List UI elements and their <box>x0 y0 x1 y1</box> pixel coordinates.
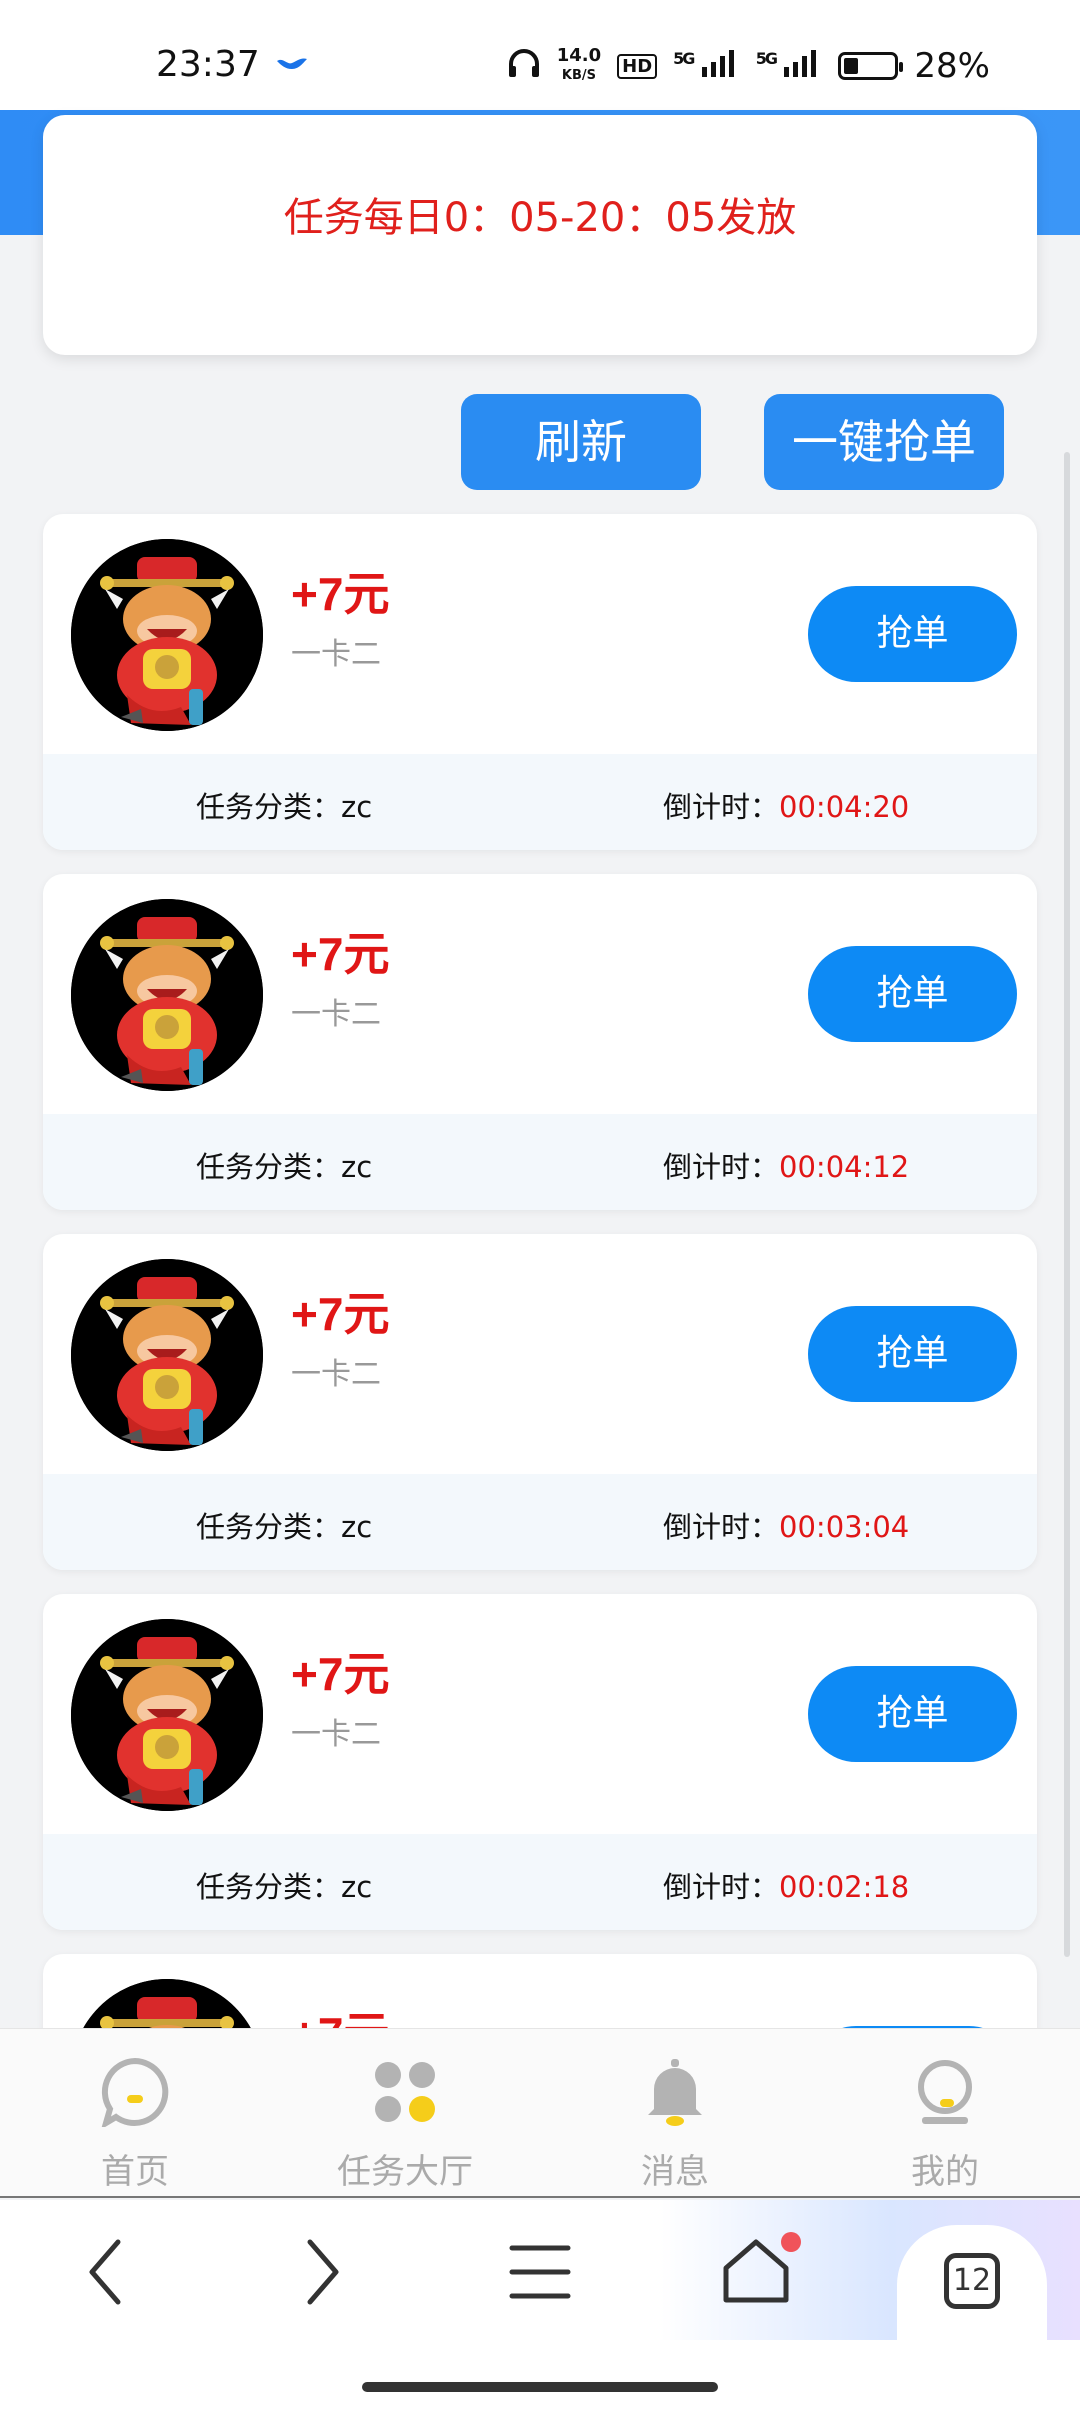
battery-icon <box>838 52 904 80</box>
notice-card: 任务每日0：05-20：05发放 <box>43 115 1037 355</box>
home-icon[interactable] <box>706 2222 806 2322</box>
task-countdown: 倒计时：00:04:12 <box>663 1150 910 1184</box>
chat-bubble-icon <box>101 2057 169 2127</box>
signal-sim1-icon: 5G <box>673 49 740 83</box>
browser-nav-bar: 12 <box>0 2200 1080 2355</box>
grid-dots-icon <box>375 2062 435 2122</box>
tab-messages[interactable]: 消息 <box>540 2029 810 2199</box>
tab-count: 12 <box>944 2253 1000 2309</box>
tab-task-hall[interactable]: 任务大厅 <box>270 2029 540 2199</box>
task-category: 任务分类：zc <box>196 1150 373 1184</box>
fortune-ox-icon <box>71 899 263 1091</box>
task-footer: 任务分类：zc 倒计时：00:02:18 <box>43 1834 1037 1930</box>
task-card-2: +7元 一卡二 抢单 任务分类：zc 倒计时：00:04:12 <box>43 874 1037 1210</box>
task-subtitle: 一卡二 <box>291 997 381 1032</box>
task-countdown: 倒计时：00:02:18 <box>663 1870 910 1904</box>
tab-mine-label: 我的 <box>911 2152 979 2192</box>
tabs-button[interactable]: 12 <box>897 2225 1047 2355</box>
grab-order-button[interactable]: 抢单 <box>808 946 1017 1042</box>
task-reward: +7元 <box>291 928 390 980</box>
app-notification-icon <box>275 52 309 82</box>
grab-all-button[interactable]: 一键抢单 <box>764 394 1004 490</box>
task-subtitle: 一卡二 <box>291 637 381 672</box>
tab-home-label: 首页 <box>101 2152 169 2192</box>
gesture-bar[interactable] <box>362 2382 718 2392</box>
task-subtitle: 一卡二 <box>291 1357 381 1392</box>
tab-task-hall-label: 任务大厅 <box>337 2152 473 2192</box>
battery-percent: 28% <box>914 46 990 86</box>
refresh-button[interactable]: 刷新 <box>461 394 701 490</box>
task-category: 任务分类：zc <box>196 1510 373 1544</box>
task-footer: 任务分类：zc 倒计时：00:04:12 <box>43 1114 1037 1210</box>
task-card-3: +7元 一卡二 抢单 任务分类：zc 倒计时：00:03:04 <box>43 1234 1037 1570</box>
headphones-icon <box>507 48 541 85</box>
task-subtitle: 一卡二 <box>291 1717 381 1752</box>
forward-icon[interactable] <box>272 2222 372 2322</box>
fortune-ox-icon <box>71 1979 263 2028</box>
status-time: 23:37 <box>156 44 260 85</box>
task-avatar <box>71 899 263 1091</box>
task-card-4: +7元 一卡二 抢单 任务分类：zc 倒计时：00:02:18 <box>43 1594 1037 1930</box>
task-countdown: 倒计时：00:03:04 <box>663 1510 910 1544</box>
back-icon[interactable] <box>56 2222 156 2322</box>
task-reward: +7元 <box>291 1998 389 2028</box>
task-countdown: 倒计时：00:04:20 <box>663 790 910 824</box>
task-footer: 任务分类：zc 倒计时：00:04:20 <box>43 754 1037 850</box>
tab-messages-label: 消息 <box>641 2152 709 2192</box>
task-reward: +7元 <box>291 1288 390 1340</box>
bell-icon <box>648 2059 702 2126</box>
signal-sim2-icon: 5G <box>756 49 823 83</box>
task-category: 任务分类：zc <box>196 1870 373 1904</box>
bottom-tab-bar: 首页 任务大厅 消息 我的 <box>0 2028 1080 2198</box>
task-card-5: +7元 <box>43 1954 1037 2028</box>
fortune-ox-icon <box>71 1259 263 1451</box>
task-avatar <box>71 1259 263 1451</box>
task-card-1: +7元 一卡二 抢单 任务分类：zc 倒计时：00:04:20 <box>43 514 1037 850</box>
tab-home[interactable]: 首页 <box>0 2029 270 2199</box>
task-reward: +7元 <box>291 1648 390 1700</box>
fortune-ox-icon <box>71 1619 263 1811</box>
task-reward: +7元 <box>291 568 390 620</box>
grab-order-button[interactable]: 抢单 <box>808 1666 1017 1762</box>
net-speed: 14.0 KB/S <box>556 45 602 84</box>
task-category: 任务分类：zc <box>196 790 373 824</box>
menu-icon[interactable] <box>490 2222 590 2322</box>
task-avatar <box>71 1619 263 1811</box>
grab-order-button[interactable]: 抢单 <box>808 586 1017 682</box>
task-avatar <box>71 539 263 731</box>
task-avatar <box>71 1979 263 2028</box>
user-icon <box>918 2060 972 2124</box>
hd-badge: HD <box>617 53 658 79</box>
task-list: +7元 一卡二 抢单 任务分类：zc 倒计时：00:04:20 +7元 一卡二 … <box>0 510 1080 2028</box>
notice-text: 任务每日0：05-20：05发放 <box>283 195 797 241</box>
fortune-ox-icon <box>71 539 263 731</box>
status-icons: 14.0 KB/S HD 5G 5G 28% <box>507 46 990 86</box>
task-footer: 任务分类：zc 倒计时：00:03:04 <box>43 1474 1037 1570</box>
grab-order-button[interactable]: 抢单 <box>808 1306 1017 1402</box>
tab-mine[interactable]: 我的 <box>810 2029 1080 2199</box>
status-bar: 23:37 14.0 KB/S HD 5G 5G 28% <box>0 0 1080 110</box>
